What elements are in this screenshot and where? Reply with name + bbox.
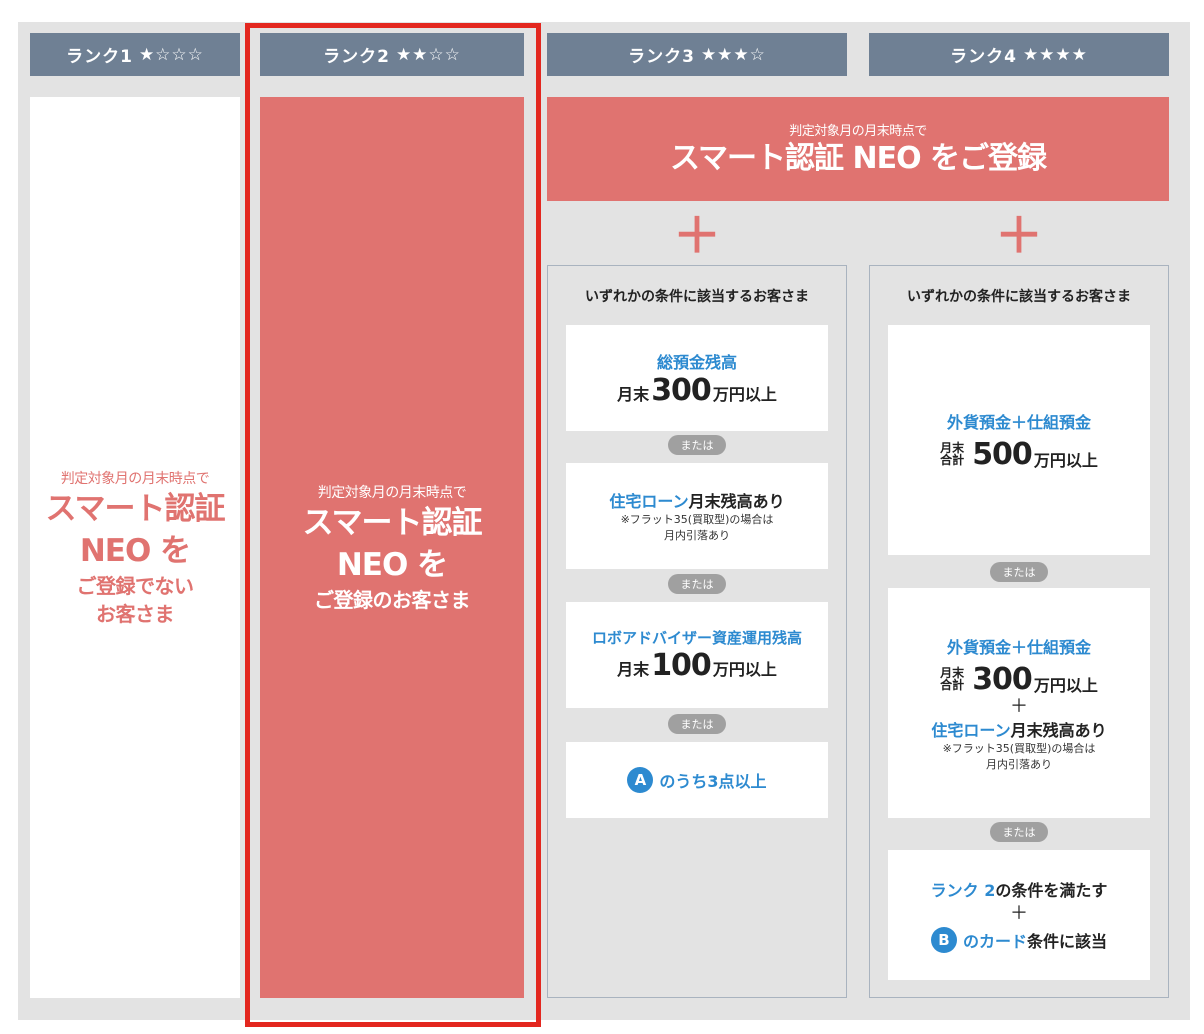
rank4-card3-card-black: 条件に該当	[1027, 932, 1108, 951]
or-badge: または	[668, 574, 726, 594]
or-badge: または	[668, 714, 726, 734]
rank3-card2-title-black: 月末残高あり	[688, 492, 785, 511]
rank4-card1-suffix: 万円以上	[1033, 451, 1098, 470]
rank4-card-rank2-card: ランク 2の条件を満たす ＋ B のカード 条件に該当	[888, 850, 1150, 980]
rank3-stars-icon: ★★★☆	[700, 44, 766, 65]
rank3-plus-icon: ＋	[672, 208, 721, 264]
rank3-card4-text: のうち3点以上	[659, 772, 767, 791]
b-badge-icon: B	[930, 927, 957, 953]
rank4-card1-stack2: 合計	[940, 453, 965, 467]
rank1-header: ランク1 ★☆☆☆	[30, 33, 240, 76]
banner-line2: スマート認証 NEO をご登録	[669, 140, 1047, 176]
rank4-card1-amount: 500	[972, 436, 1033, 472]
rank4-card3-rank-black: の条件を満たす	[995, 881, 1108, 900]
rank4-plus-icon: ＋	[994, 208, 1043, 264]
rank4-card2-loan-blue: 住宅ローン	[931, 720, 1011, 740]
rank3-panel-title: いずれかの条件に該当するお客さま	[585, 289, 809, 305]
rank3-card-loan: 住宅ローン月末残高あり ※フラット35(買取型)の場合は 月内引落あり	[566, 463, 828, 569]
rank1-line4: ご登録でない	[76, 573, 195, 598]
rank4-card3-plus-icon: ＋	[1010, 903, 1028, 924]
rank4-card2-plus-icon: ＋	[1010, 695, 1028, 717]
or-badge: または	[990, 822, 1048, 842]
rank1-line5: お客さま	[96, 601, 175, 626]
rank3-card3-suffix: 万円以上	[712, 660, 777, 679]
rank3-card3-prefix: 月末	[617, 660, 650, 679]
rank1-line3: NEO を	[79, 532, 191, 569]
banner-line1: 判定対象月の月末時点で	[789, 123, 927, 139]
rank4-panel-title: いずれかの条件に該当するお客さま	[907, 289, 1131, 305]
rank1-stars-icon: ★☆☆☆	[138, 44, 204, 65]
rank3-card2-note2: 月内引落あり	[664, 529, 730, 542]
rank1-header-label: ランク1	[66, 47, 133, 67]
selected-rank-highlight	[245, 23, 541, 1027]
rank4-card2-title: 外貨預金＋仕組預金	[946, 637, 1091, 657]
rank3-header-label: ランク3	[628, 47, 695, 67]
rank3-card3-title: ロボアドバイザー資産運用残高	[591, 629, 802, 647]
rank4-card3-card-blue: のカード	[962, 932, 1027, 951]
rank3-card-roboadvisor: ロボアドバイザー資産運用残高 月末 100 万円以上	[566, 602, 828, 708]
rank3-card2-title-blue: 住宅ローン	[609, 492, 689, 511]
rank1-line2: スマート認証	[45, 490, 225, 527]
rank4-card2-amount: 300	[972, 661, 1033, 697]
rank1-body: 判定対象月の月末時点で スマート認証 NEO を ご登録でない お客さま	[30, 97, 240, 998]
a-badge-icon: A	[627, 767, 654, 793]
rank3-card-a: A のうち3点以上	[566, 742, 828, 818]
rank4-card2-note2: 月内引落あり	[986, 757, 1052, 771]
or-badge: または	[990, 562, 1048, 582]
rank3-header: ランク3 ★★★☆	[547, 33, 847, 76]
rank3-card1-title: 総預金残高	[656, 352, 737, 372]
rank4-card3-rank-blue: ランク 2	[930, 881, 996, 900]
rank3-card-deposit: 総預金残高 月末 300 万円以上	[566, 325, 828, 431]
rank4-card2-note1: ※フラット35(買取型)の場合は	[942, 741, 1096, 755]
rank3-card3-amount: 100	[651, 648, 712, 683]
rank4-card-foreign-300-loan: 外貨預金＋仕組預金 月末 合計 300 万円以上 ＋ 住宅ローン月末残高あり ※フ…	[888, 588, 1150, 818]
rank3-card2-note1: ※フラット35(買取型)の場合は	[620, 513, 774, 526]
or-badge: または	[668, 435, 726, 455]
rank4-header: ランク4 ★★★★	[869, 33, 1169, 76]
rank4-card2-suffix: 万円以上	[1033, 676, 1098, 695]
rank4-card2-stack2: 合計	[940, 678, 965, 692]
rank4-stars-icon: ★★★★	[1022, 44, 1088, 65]
rank3-card1-prefix: 月末	[617, 384, 650, 404]
rank4-header-label: ランク4	[950, 47, 1017, 67]
rank4-card-foreign-500: 外貨預金＋仕組預金 月末 合計 500 万円以上	[888, 325, 1150, 555]
rank1-line1: 判定対象月の月末時点で	[60, 470, 210, 487]
rank3-card1-suffix: 万円以上	[712, 384, 777, 404]
rank4-card1-title: 外貨預金＋仕組預金	[946, 412, 1091, 432]
rank4-card2-loan-black: 月末残高あり	[1010, 720, 1107, 740]
rank3-card1-amount: 300	[651, 372, 712, 408]
neo-banner: 判定対象月の月末時点で スマート認証 NEO をご登録	[547, 97, 1169, 201]
